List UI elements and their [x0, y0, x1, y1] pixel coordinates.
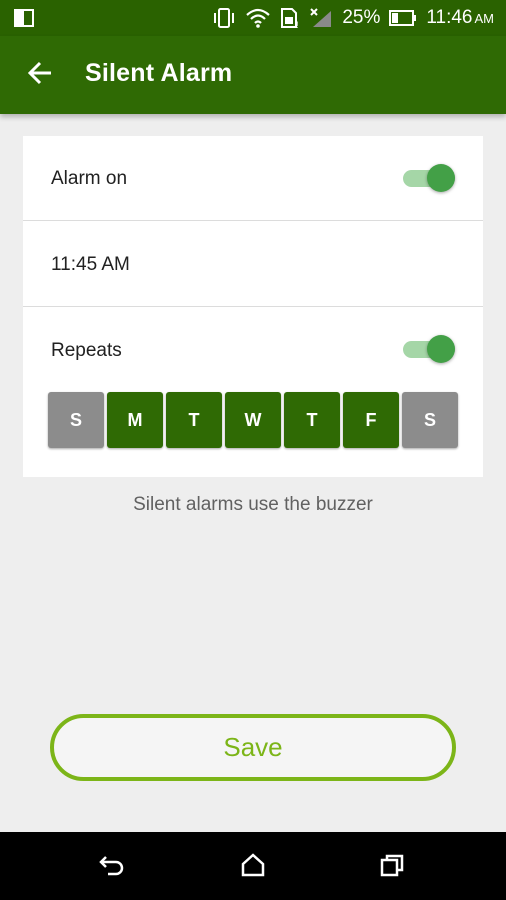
alarm-on-label: Alarm on [51, 168, 128, 189]
alarm-on-toggle[interactable] [403, 163, 459, 193]
signal-icon [309, 7, 333, 29]
day-button-sunday[interactable]: S [48, 392, 104, 448]
toggle-thumb [427, 164, 455, 192]
clock-ampm: AM [474, 11, 495, 26]
save-button[interactable]: Save [50, 714, 456, 781]
day-button-tuesday[interactable]: T [166, 392, 222, 448]
battery-percent: 25% [342, 7, 381, 28]
repeat-days: S M T W T F S [48, 392, 458, 448]
day-button-saturday[interactable]: S [402, 392, 458, 448]
navigation-bar [0, 832, 506, 900]
back-button[interactable] [22, 57, 58, 93]
alarm-time-value[interactable]: 11:45 AM [51, 254, 130, 276]
day-button-thursday[interactable]: T [284, 392, 340, 448]
status-clock: 11:46 AM [426, 7, 494, 29]
day-button-monday[interactable]: M [107, 392, 163, 448]
home-icon [240, 852, 266, 882]
back-icon [98, 853, 126, 882]
day-button-friday[interactable]: F [343, 392, 399, 448]
nav-home-button[interactable] [235, 849, 271, 885]
clock-time: 11:46 [426, 7, 473, 28]
arrow-back-icon [27, 61, 53, 90]
alarm-on-row: Alarm on [23, 136, 483, 220]
battery-icon [389, 10, 417, 26]
toggle-thumb [427, 335, 455, 363]
screen-mirror-icon [14, 9, 34, 32]
alarm-settings-card: Alarm on 11:45 AM Repeats S M T W T F S [23, 136, 483, 477]
day-button-wednesday[interactable]: W [225, 392, 281, 448]
repeats-toggle[interactable] [403, 334, 459, 364]
recents-icon [379, 853, 405, 882]
sim-icon: ! [280, 7, 300, 29]
repeats-label: Repeats [51, 340, 122, 361]
svg-text:!: ! [296, 20, 299, 29]
buzzer-hint: Silent alarms use the buzzer [133, 494, 373, 515]
alarm-time-row[interactable]: 11:45 AM [23, 221, 483, 306]
nav-recents-button[interactable] [374, 849, 410, 885]
vibrate-icon [212, 7, 236, 29]
status-bar: ! 25% 11:46 AM [0, 0, 506, 36]
app-bar: Silent Alarm [0, 36, 506, 114]
nav-back-button[interactable] [94, 849, 130, 885]
page-title: Silent Alarm [85, 59, 233, 87]
wifi-icon [245, 7, 271, 29]
